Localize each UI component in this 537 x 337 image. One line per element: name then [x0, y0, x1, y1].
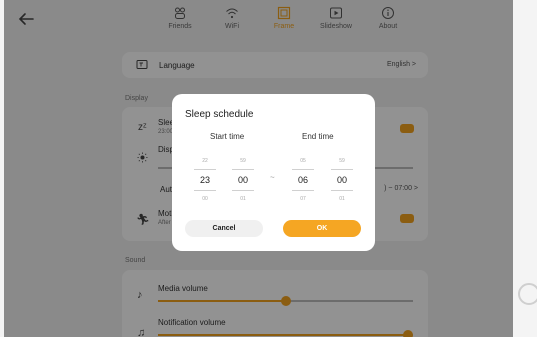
picker-divider — [331, 190, 353, 191]
start-minute-below: 01 — [240, 196, 246, 202]
picker-divider — [331, 169, 353, 170]
end-minute-picker[interactable]: 59 00 01 — [331, 156, 353, 204]
start-minute-value: 00 — [237, 175, 248, 185]
end-minute-below: 01 — [339, 196, 345, 202]
home-button[interactable] — [518, 283, 537, 305]
start-time-label: Start time — [210, 132, 245, 141]
start-minute-picker[interactable]: 59 00 01 — [232, 156, 254, 204]
picker-divider — [194, 169, 216, 170]
end-hour-picker[interactable]: 05 06 07 — [292, 156, 314, 204]
time-separator: ~ — [270, 173, 275, 182]
start-hour-value: 23 — [199, 175, 210, 185]
cancel-button[interactable]: Cancel — [185, 220, 263, 237]
start-hour-above: 22 — [202, 158, 208, 164]
end-minute-above: 59 — [339, 158, 345, 164]
picker-divider — [292, 169, 314, 170]
picker-divider — [292, 190, 314, 191]
end-time-label: End time — [302, 132, 334, 141]
screen: Friends WiFi Frame Slideshow About Langu… — [0, 0, 537, 337]
ok-button[interactable]: OK — [283, 220, 361, 237]
picker-divider — [232, 190, 254, 191]
start-hour-picker[interactable]: 22 23 00 — [194, 156, 216, 204]
end-hour-value: 06 — [297, 175, 308, 185]
start-hour-below: 00 — [202, 196, 208, 202]
sleep-schedule-dialog: Sleep schedule Start time End time 22 23… — [172, 94, 375, 251]
end-hour-below: 07 — [300, 196, 306, 202]
end-minute-value: 00 — [336, 175, 347, 185]
start-minute-above: 59 — [240, 158, 246, 164]
dialog-title: Sleep schedule — [185, 109, 254, 120]
picker-divider — [194, 190, 216, 191]
end-hour-above: 05 — [300, 158, 306, 164]
picker-divider — [232, 169, 254, 170]
